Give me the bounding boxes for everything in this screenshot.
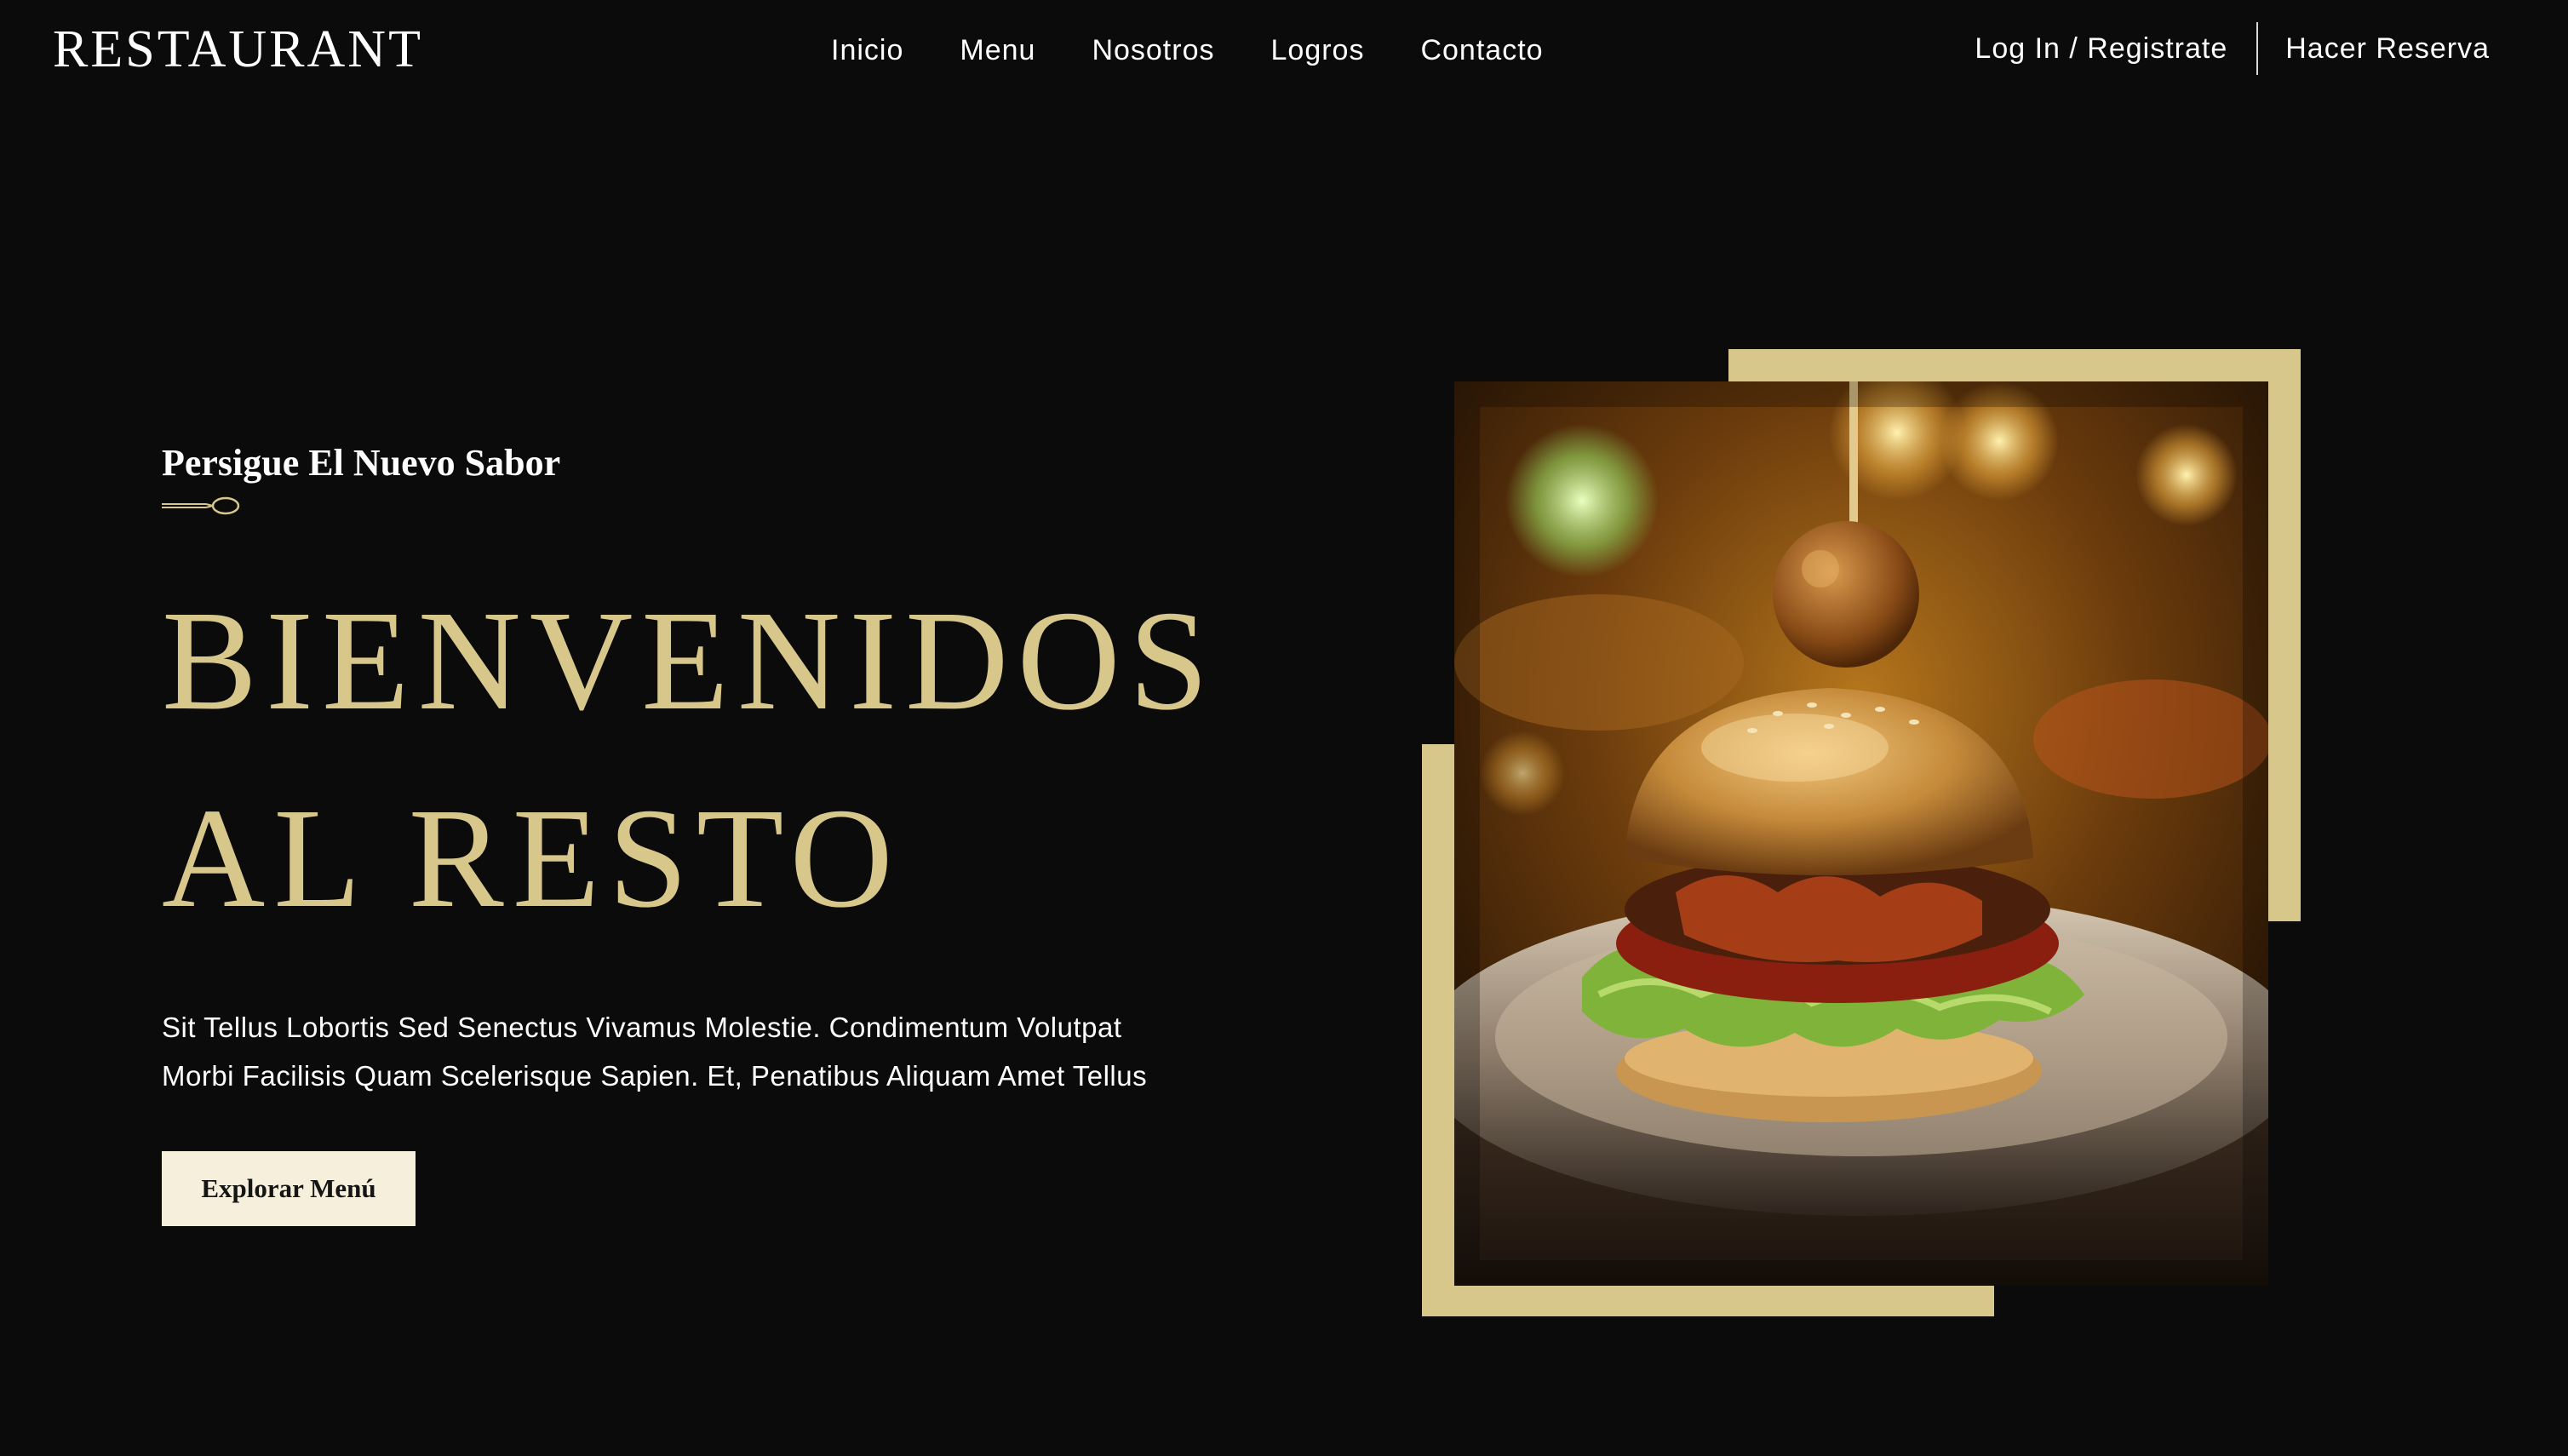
explore-menu-button[interactable]: Explorar Menú [162, 1151, 416, 1226]
site-header: RESTAURANT Inicio Menu Nosotros Logros C… [0, 0, 2568, 100]
reserve-link[interactable]: Hacer Reserva [2285, 32, 2490, 66]
hero-tagline: Persigue El Nuevo Sabor [162, 442, 561, 484]
nav-link-menu[interactable]: Menu [960, 34, 1035, 67]
burger-photo [1454, 381, 2268, 1286]
action-divider [2256, 22, 2259, 75]
header-actions: Log In / Registrate Hacer Reserva [1975, 22, 2490, 75]
spoon-icon [162, 496, 240, 515]
hero-title: BIENVENIDOS AL RESTO [162, 562, 1217, 957]
login-link[interactable]: Log In / Registrate [1975, 32, 2227, 66]
nav-link-inicio[interactable]: Inicio [831, 34, 903, 67]
hero-title-line-1: BIENVENIDOS [162, 582, 1218, 740]
hero-title-line-2: AL RESTO [162, 779, 902, 937]
logo[interactable]: RESTAURANT [53, 17, 423, 82]
nav-link-logros[interactable]: Logros [1271, 34, 1365, 67]
nav-link-nosotros[interactable]: Nosotros [1092, 34, 1214, 67]
hero-description: Sit Tellus Lobortis Sed Senectus Vivamus… [162, 1003, 1269, 1100]
nav-link-contacto[interactable]: Contacto [1420, 34, 1543, 67]
main-nav: Inicio Menu Nosotros Logros Contacto [831, 29, 1544, 72]
hero-description-line-1: Sit Tellus Lobortis Sed Senectus Vivamus… [162, 1012, 1122, 1043]
hero-description-line-2: Morbi Facilisis Quam Scelerisque Sapien.… [162, 1060, 1148, 1092]
